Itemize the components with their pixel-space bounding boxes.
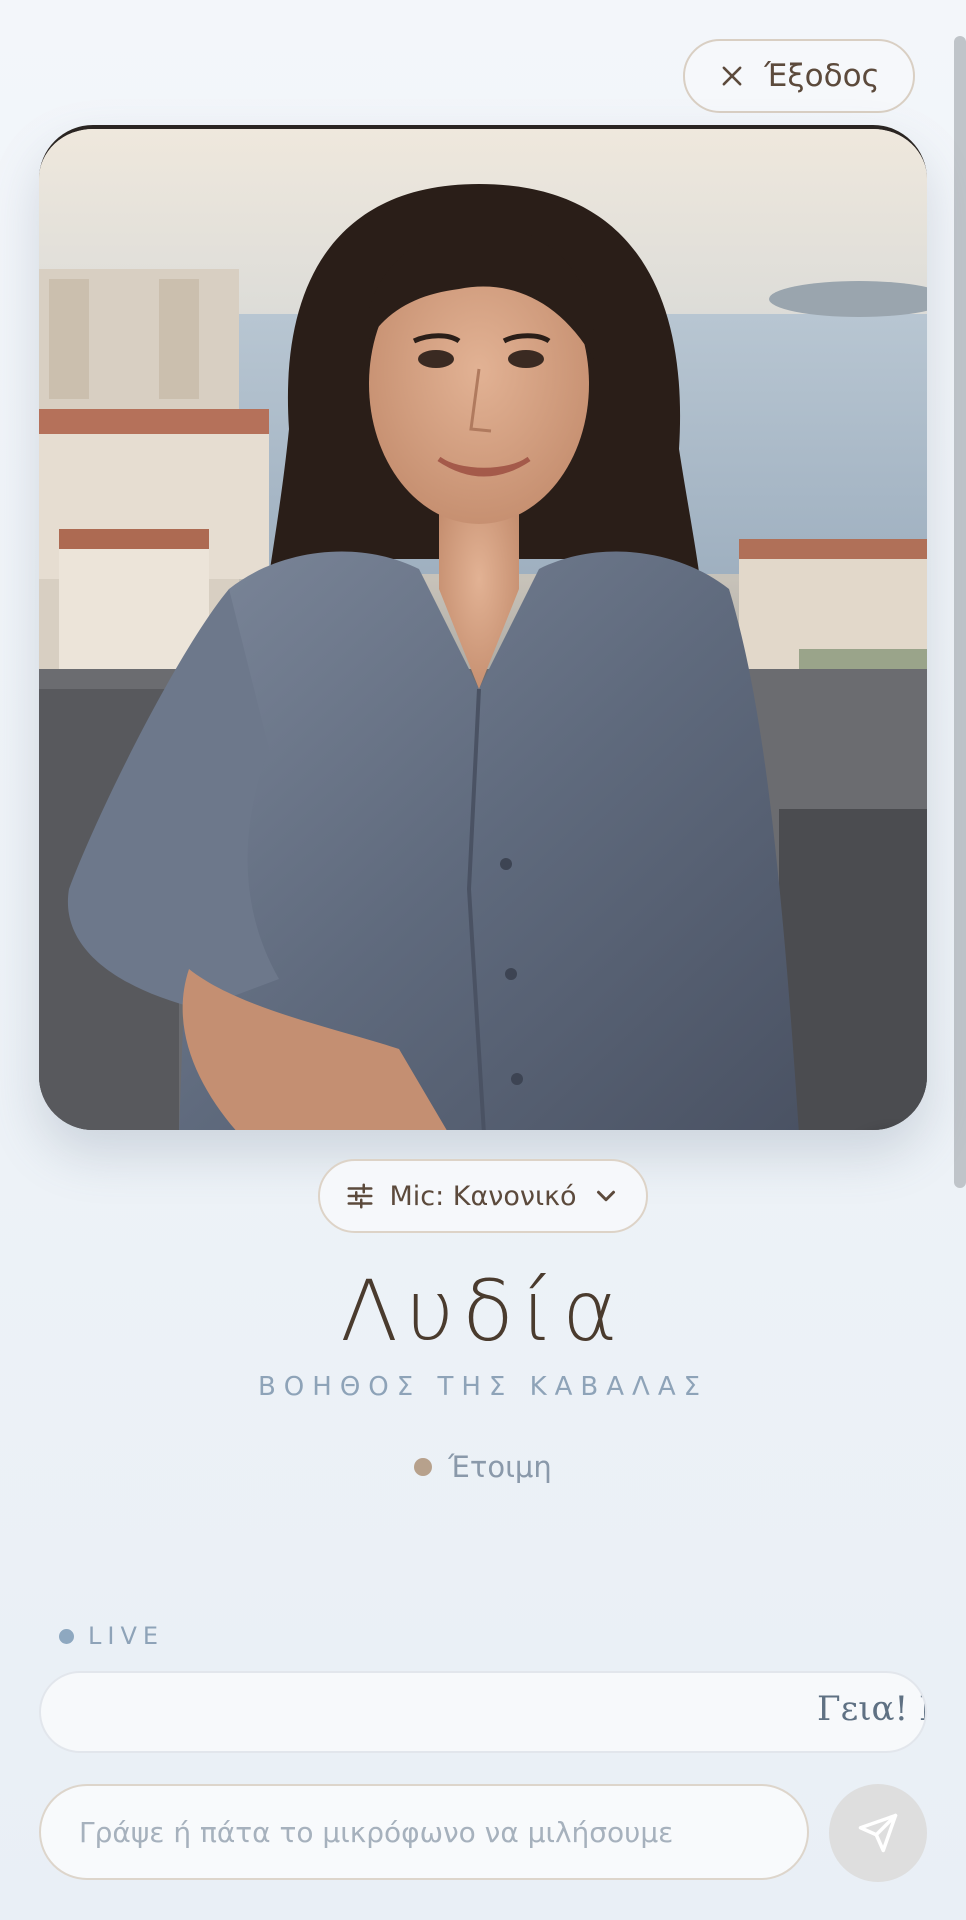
assistant-role: ΒΟΗΘΟΣ ΤΗΣ ΚΑΒΑΛΑΣ xyxy=(257,1372,709,1402)
live-indicator: LIVE xyxy=(59,1622,164,1650)
exit-button[interactable]: Έξοδος xyxy=(683,39,915,113)
exit-label: Έξοδος xyxy=(764,58,880,94)
avatar-portrait xyxy=(39,129,927,1130)
send-button[interactable] xyxy=(829,1784,927,1882)
mic-mode-select[interactable]: Mic: Κανονικό xyxy=(318,1159,648,1233)
assistant-name: Λυδία xyxy=(340,1262,626,1360)
avatar-video xyxy=(39,125,927,1130)
mic-mode-label: Mic: Κανονικό xyxy=(389,1180,577,1212)
live-transcript: Γεια! Ε xyxy=(39,1671,927,1753)
live-dot xyxy=(59,1628,74,1644)
status-text: Έτοιμη xyxy=(448,1450,552,1484)
send-icon xyxy=(858,1813,898,1853)
status-indicator: Έτοιμη xyxy=(0,1450,966,1484)
live-transcript-text: Γεια! Ε xyxy=(817,1689,925,1729)
sliders-icon xyxy=(347,1183,373,1209)
close-icon xyxy=(722,66,742,86)
page-scrollbar[interactable] xyxy=(954,36,966,1188)
live-label: LIVE xyxy=(88,1622,165,1650)
status-dot xyxy=(414,1458,433,1476)
chevron-down-icon xyxy=(596,1190,615,1202)
message-input[interactable] xyxy=(39,1784,809,1880)
